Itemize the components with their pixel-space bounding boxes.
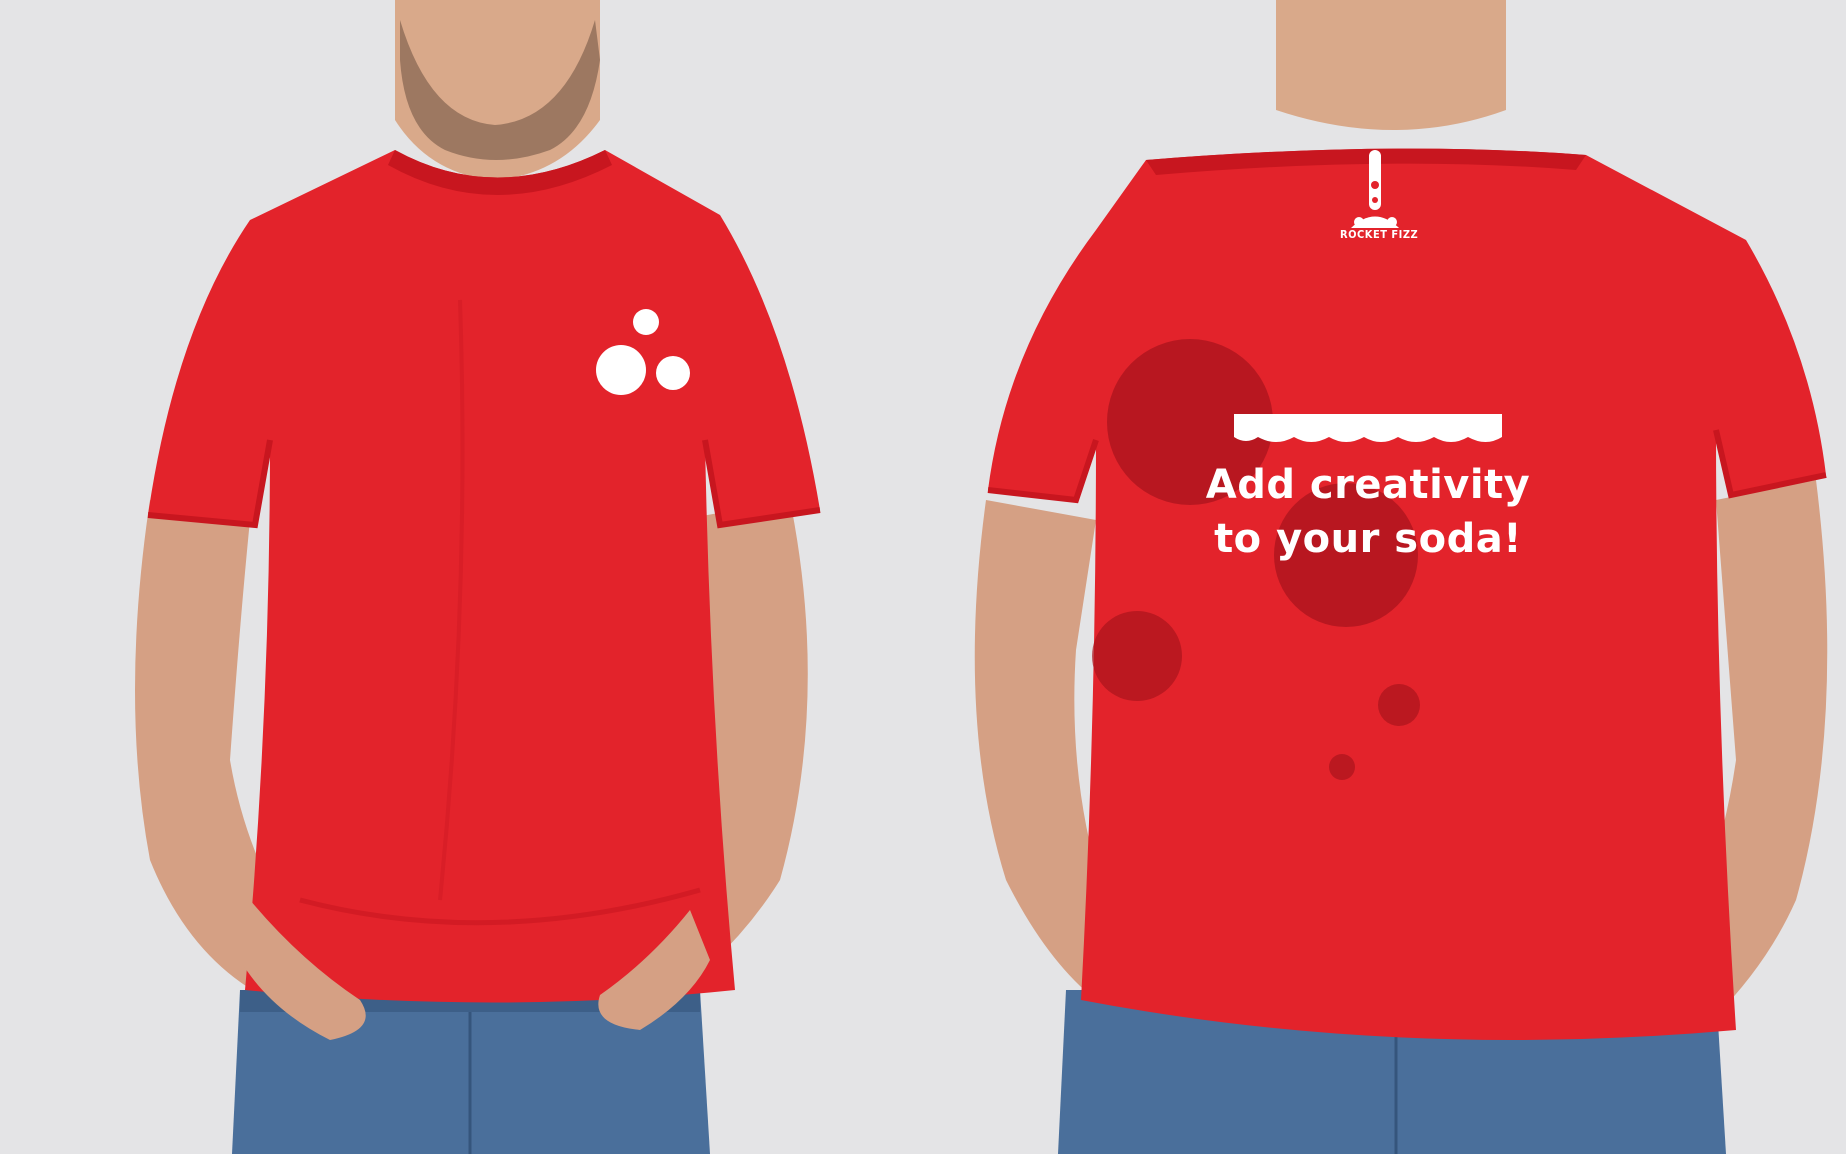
- front-model-illustration: [135, 0, 821, 1154]
- front-view-figure: [0, 0, 900, 1154]
- back-bubble-icon: [1329, 754, 1355, 780]
- back-view-figure: ROCKET FIZZ Add creativity to your soda!: [946, 0, 1846, 1154]
- slogan: Add creativity to your soda!: [1198, 458, 1538, 566]
- slogan-line-2: to your soda!: [1214, 516, 1522, 562]
- wave-bar-graphic: [1234, 414, 1502, 442]
- back-bubble-icon: [1378, 684, 1420, 726]
- slogan-line-1: Add creativity: [1205, 462, 1531, 508]
- large-bubble-icon: [596, 345, 646, 395]
- mockup-stage: ROCKET FIZZ Add creativity to your soda!: [0, 0, 1846, 1154]
- small-bubble-icon: [633, 309, 659, 335]
- medium-bubble-icon: [656, 356, 690, 390]
- back-bubble-icon: [1092, 611, 1182, 701]
- logo-text: ROCKET FIZZ: [1340, 228, 1419, 241]
- back-model-illustration: [974, 0, 1828, 1154]
